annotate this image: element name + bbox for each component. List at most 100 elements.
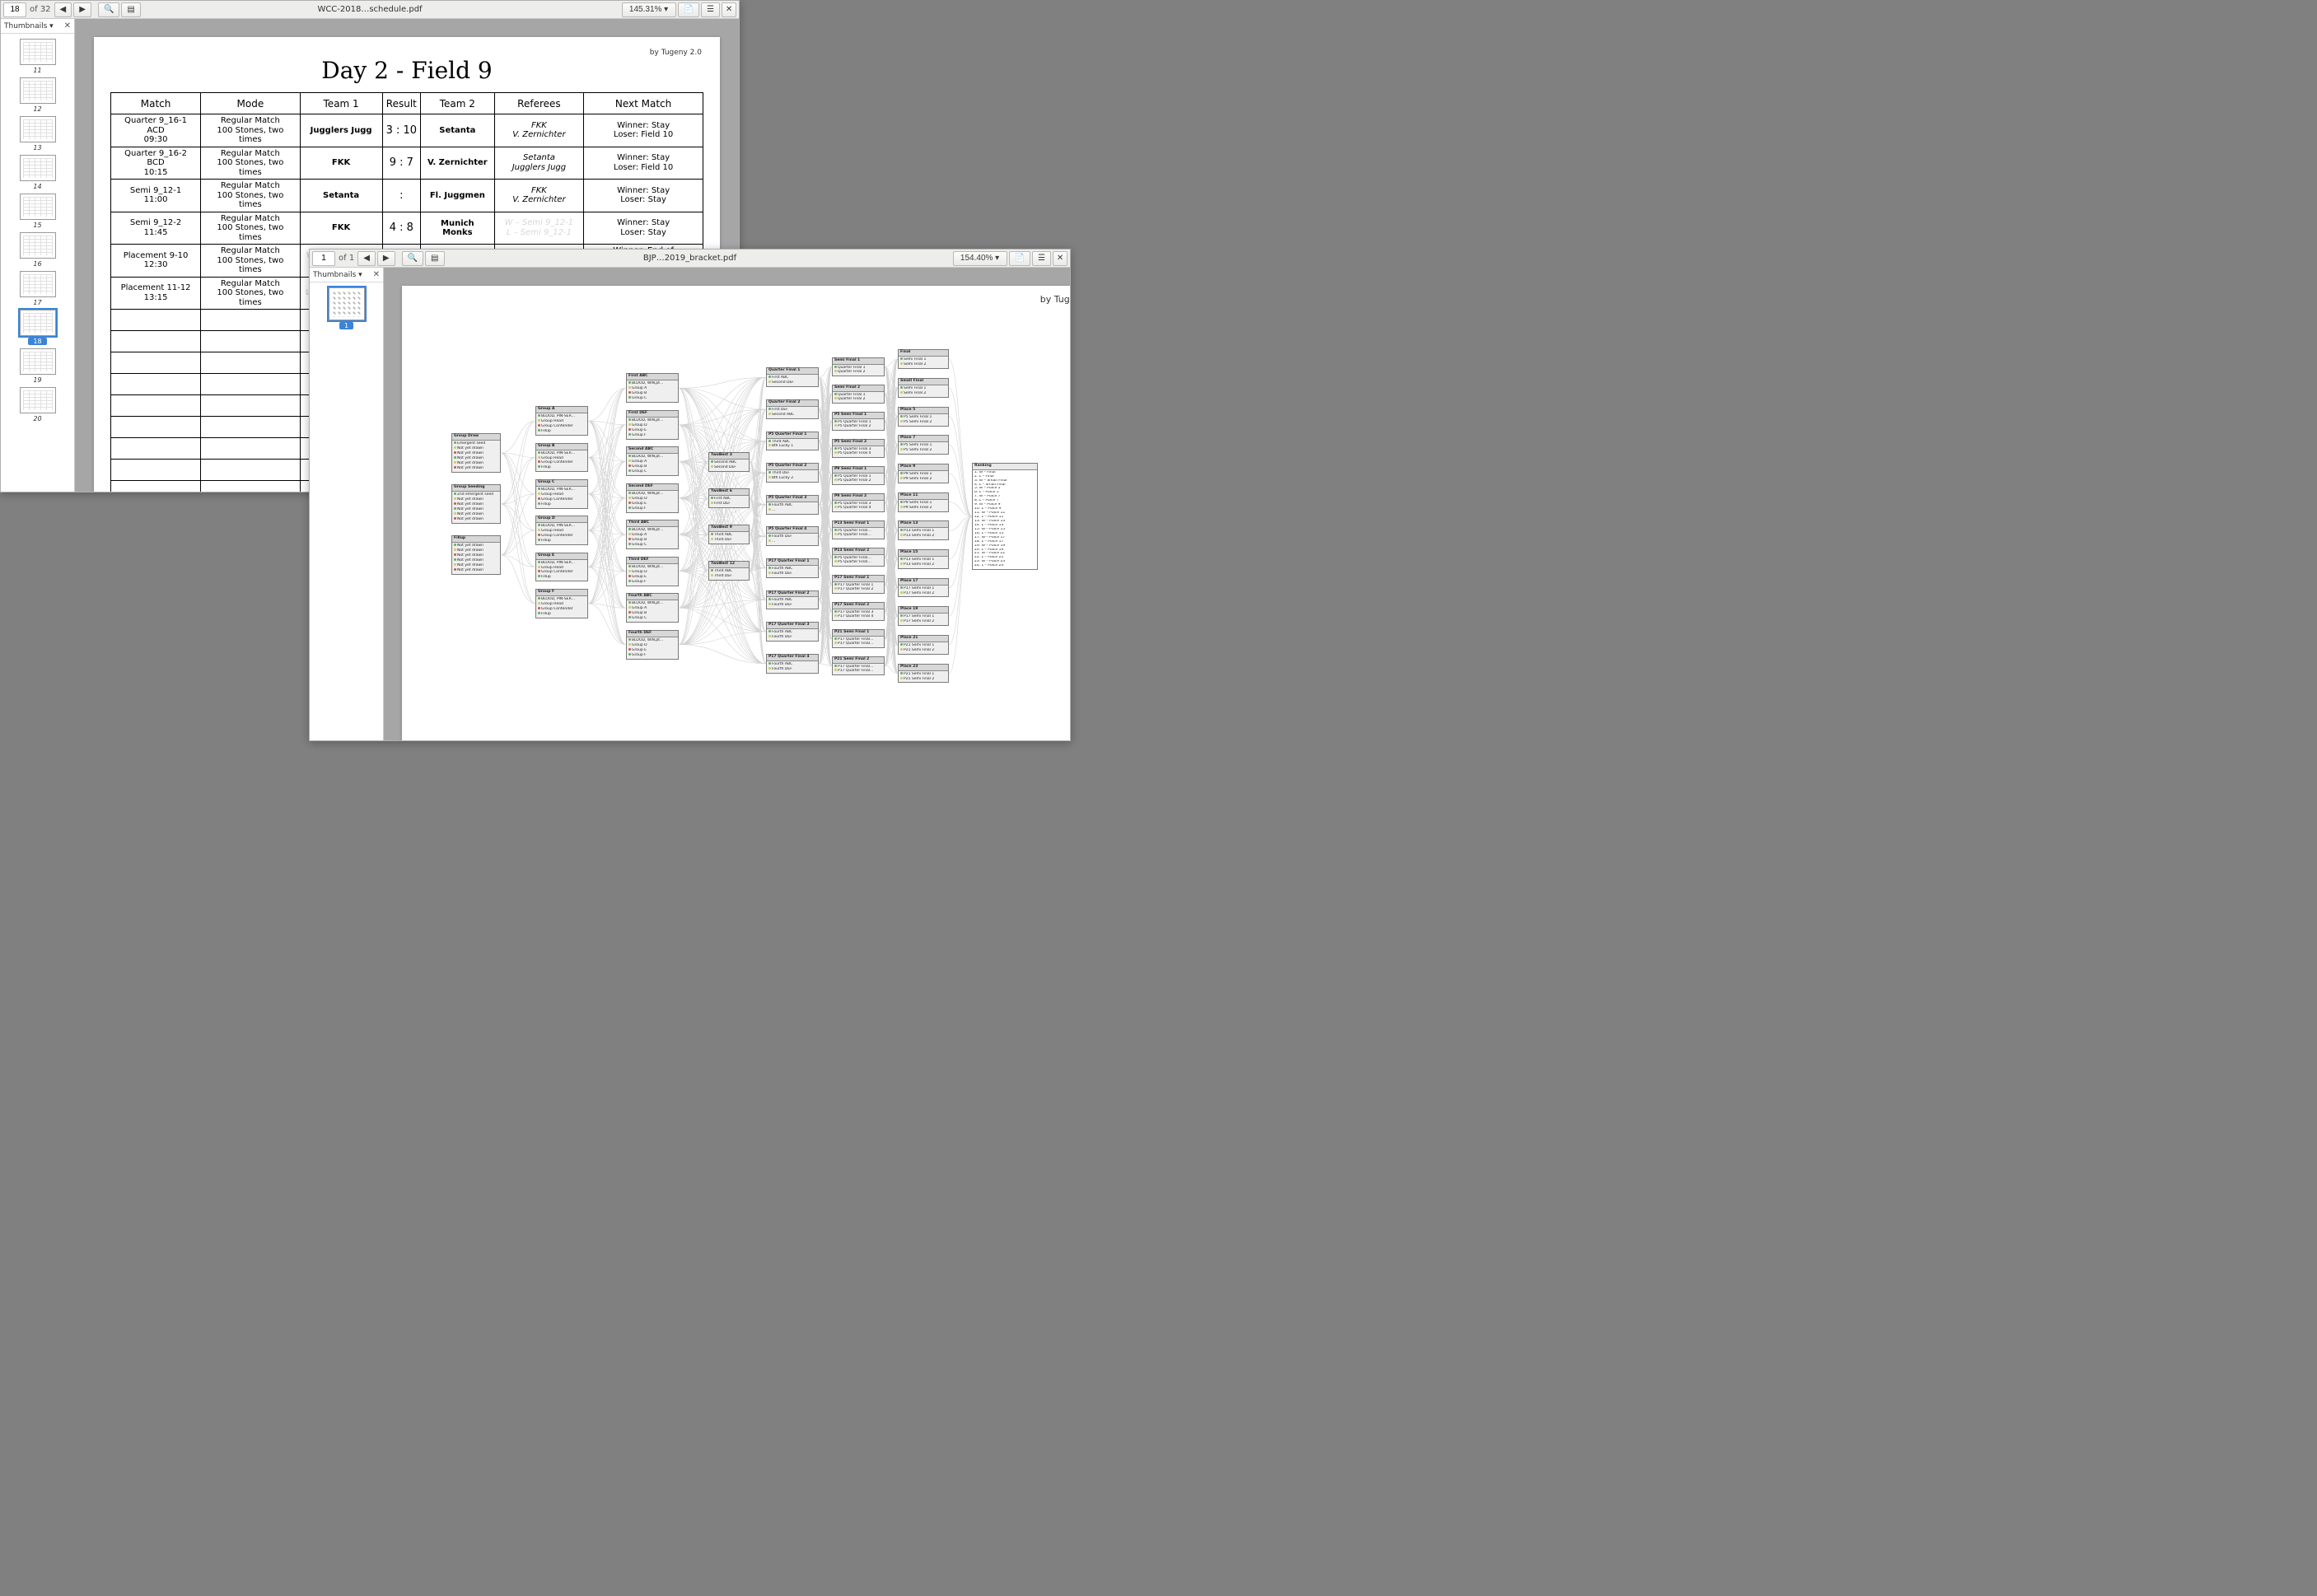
sidebar-toggle-button[interactable]: ▤ bbox=[425, 251, 444, 266]
zoom-dropdown[interactable]: 154.40% ▾ bbox=[953, 251, 1007, 266]
bracket-node: Place 17P17 Semi Final 1P17 Semi Final 2 bbox=[898, 578, 949, 598]
bracket-node: Small FinalSemi Final 1Semi Final 2 bbox=[898, 378, 949, 398]
bracket-node: P13 Semi Final 1P5 Quarter Final…P5 Quar… bbox=[832, 520, 885, 540]
page-viewport[interactable]: by Tugeny 2.0 Group DrawEmergent seedNot… bbox=[384, 268, 1070, 740]
pdf-page: by Tugeny 2.0 Group DrawEmergent seedNot… bbox=[402, 286, 1070, 740]
bracket-node: Place 23P21 Semi Final 1P21 Semi Final 2 bbox=[898, 664, 949, 684]
thumbnail[interactable]: 14 bbox=[17, 155, 58, 190]
bracket-node: P5 Quarter Final 4Fourth DEF… bbox=[766, 526, 819, 546]
table-row: Semi 9_12-111:00Regular Match100 Stones,… bbox=[111, 180, 703, 212]
bracket-node: P17 Semi Final 2P17 Quarter Final 3P17 Q… bbox=[832, 602, 885, 622]
find-button[interactable]: 🔍 bbox=[402, 251, 423, 266]
sidebar-selector[interactable]: Thumbnails ▾ bbox=[313, 271, 362, 279]
thumbnail[interactable]: 17 bbox=[17, 271, 58, 306]
window-title: BJP…2019_bracket.pdf bbox=[643, 254, 736, 263]
table-header: Team 1 bbox=[300, 93, 382, 114]
bracket-node: Group BBLOOD, PIN-SER…Group HeadGroup Co… bbox=[535, 443, 588, 473]
bracket-node: Second ABCBLOOD, WIN,pt…Group AGroup BGr… bbox=[626, 446, 679, 476]
table-header: Result bbox=[382, 93, 420, 114]
sidebar-close-icon[interactable]: ✕ bbox=[64, 21, 71, 30]
pdf-viewer-window-2: of 1 ◀ ▶ 🔍 ▤ BJP…2019_bracket.pdf 154.40… bbox=[309, 249, 1071, 741]
bracket-node: Semi Final 1Quarter Final 1Quarter Final… bbox=[832, 357, 885, 377]
bracket-node: P17 Quarter Final 4Fourth ABCFourth DEF bbox=[766, 654, 819, 674]
menu-button[interactable]: ☰ bbox=[701, 2, 720, 17]
table-row: Semi 9_12-211:45Regular Match100 Stones,… bbox=[111, 212, 703, 245]
bracket-node: FillupNot yet drawnNot yet drawnNot yet … bbox=[451, 535, 501, 575]
bracket-node: Semi Final 2Quarter Final 1Quarter Final… bbox=[832, 385, 885, 404]
bracket-node: Place 11P9 Semi Final 1P9 Semi Final 2 bbox=[898, 492, 949, 512]
close-button[interactable]: ✕ bbox=[722, 2, 736, 17]
sidebar-toggle-button[interactable]: ▤ bbox=[121, 2, 140, 17]
zoom-dropdown[interactable]: 145.31% ▾ bbox=[622, 2, 676, 17]
thumbnail[interactable]: 13 bbox=[17, 116, 58, 152]
thumbnails-sidebar: Thumbnails ▾ ✕ 11121314 151617 181920 bbox=[1, 19, 75, 492]
bracket-node: Quarter Final 2First DEFSecond ABC bbox=[766, 399, 819, 419]
window-title: WCC-2018…schedule.pdf bbox=[317, 5, 422, 14]
close-button[interactable]: ✕ bbox=[1053, 251, 1067, 266]
thumbnail[interactable]: 18 bbox=[17, 310, 58, 345]
thumbnail[interactable]: 20 bbox=[17, 387, 58, 422]
bracket-node: P17 Semi Final 1P17 Quarter Final 1P17 Q… bbox=[832, 575, 885, 595]
thumbnail[interactable]: 11 bbox=[17, 39, 58, 74]
credit-label: by Tugeny 2.0 bbox=[650, 49, 702, 57]
sidebar-close-icon[interactable]: ✕ bbox=[373, 270, 380, 279]
bracket-node: P5 Quarter Final 1Third ABC8th Lucky 1 bbox=[766, 432, 819, 451]
toolbar: of 32 ◀ ▶ 🔍 ▤ WCC-2018…schedule.pdf 145.… bbox=[1, 1, 739, 19]
table-row: Quarter 9_16-1 ACD09:30Regular Match100 … bbox=[111, 114, 703, 147]
page-count-label: of 1 bbox=[337, 254, 356, 263]
thumbnail[interactable]: 19 bbox=[17, 348, 58, 384]
table-header: Mode bbox=[201, 93, 300, 114]
bracket-node: TwoBest 6First ABCFirst DEF bbox=[708, 488, 750, 508]
bracket-node: Quarter Final 1First ABCSecond DEF bbox=[766, 367, 819, 387]
page-number-input[interactable] bbox=[312, 251, 335, 266]
page-prev-button[interactable]: ◀ bbox=[357, 251, 376, 266]
thumbnail[interactable]: 12 bbox=[17, 77, 58, 113]
bracket-node: Group ABLOOD, PIN-SER…Group HeadGroup Co… bbox=[535, 406, 588, 436]
ranking-node: Ranking1. W – Final2. L – Final3. W – Sm… bbox=[972, 463, 1038, 570]
bracket-node: Place 15P13 Semi Final 1P13 Semi Final 2 bbox=[898, 549, 949, 569]
bracket-node: FinalSemi Final 1Semi Final 2 bbox=[898, 349, 949, 369]
bracket-node: Place 21P21 Semi Final 1P21 Semi Final 2 bbox=[898, 635, 949, 655]
page-number-input[interactable] bbox=[3, 2, 26, 17]
bracket-node: P5 Quarter Final 2Third DEF8th Lucky 2 bbox=[766, 463, 819, 483]
page-next-button[interactable]: ▶ bbox=[377, 251, 395, 266]
bracket-node: TwoBest 3Second ABCSecond DEF bbox=[708, 452, 750, 472]
bracket-node: Group Seeding2nd emergent seedNot yet dr… bbox=[451, 484, 501, 524]
tools-button[interactable]: 📄 bbox=[678, 2, 699, 17]
page-prev-button[interactable]: ◀ bbox=[54, 2, 72, 17]
bracket-node: P5 Quarter Final 3Fourth ABC… bbox=[766, 495, 819, 515]
thumbnail[interactable]: 1 bbox=[326, 287, 367, 329]
bracket-node: Second DEFBLOOD, WIN,pt…Group DGroup EGr… bbox=[626, 483, 679, 513]
page-next-button[interactable]: ▶ bbox=[73, 2, 91, 17]
bracket-node: Group CBLOOD, PIN-SER…Group HeadGroup Co… bbox=[535, 479, 588, 509]
bracket-node: P13 Semi Final 2P5 Quarter Final…P5 Quar… bbox=[832, 548, 885, 567]
bracket-node: P21 Semi Final 2P17 Quarter Final…P17 Qu… bbox=[832, 656, 885, 676]
bracket-node: Place 5P5 Semi Final 1P5 Semi Final 2 bbox=[898, 407, 949, 427]
bracket-node: First DEFBLOOD, WIN,pt…Group DGroup EGro… bbox=[626, 410, 679, 440]
thumbnail[interactable]: 16 bbox=[17, 232, 58, 268]
tools-button[interactable]: 📄 bbox=[1009, 251, 1030, 266]
table-header: Referees bbox=[494, 93, 584, 114]
bracket-node: P9 Semi Final 2P5 Quarter Final 3P5 Quar… bbox=[832, 493, 885, 513]
bracket-node: TwoBest 9Third ABCThird DEF bbox=[708, 525, 750, 544]
bracket-node: TwoBest 12Third ABCThird DEF bbox=[708, 561, 750, 581]
thumbnails-sidebar: Thumbnails ▾ ✕ 1 bbox=[310, 268, 384, 740]
bracket-node: Group DBLOOD, PIN-SER…Group HeadGroup Co… bbox=[535, 516, 588, 545]
table-header: Match bbox=[111, 93, 201, 114]
bracket-node: P9 Semi Final 1P5 Quarter Final 1P5 Quar… bbox=[832, 466, 885, 486]
bracket-node: P17 Quarter Final 2Fourth ABCFourth DEF bbox=[766, 590, 819, 610]
page-heading: Day 2 - Field 9 bbox=[110, 57, 703, 84]
page-count-label: of 32 bbox=[28, 5, 53, 14]
bracket-node: Place 13P13 Semi Final 1P13 Semi Final 2 bbox=[898, 520, 949, 540]
bracket-node: First ABCBLOOD, WIN,pt…Group AGroup BGro… bbox=[626, 373, 679, 403]
thumbnail[interactable]: 15 bbox=[17, 194, 58, 229]
table-header: Next Match bbox=[584, 93, 703, 114]
bracket-node: Group EBLOOD, PIN-SER…Group HeadGroup Co… bbox=[535, 553, 588, 582]
menu-button[interactable]: ☰ bbox=[1032, 251, 1051, 266]
sidebar-selector[interactable]: Thumbnails ▾ bbox=[4, 22, 54, 30]
bracket-node: Place 19P17 Semi Final 1P17 Semi Final 2 bbox=[898, 606, 949, 626]
bracket-node: Third DEFBLOOD, WIN,pt…Group DGroup EGro… bbox=[626, 557, 679, 586]
bracket-node: Place 7P5 Semi Final 1P5 Semi Final 2 bbox=[898, 435, 949, 455]
bracket-node: Fourth DEFBLOOD, WIN,pt…Group DGroup EGr… bbox=[626, 630, 679, 660]
find-button[interactable]: 🔍 bbox=[98, 2, 119, 17]
